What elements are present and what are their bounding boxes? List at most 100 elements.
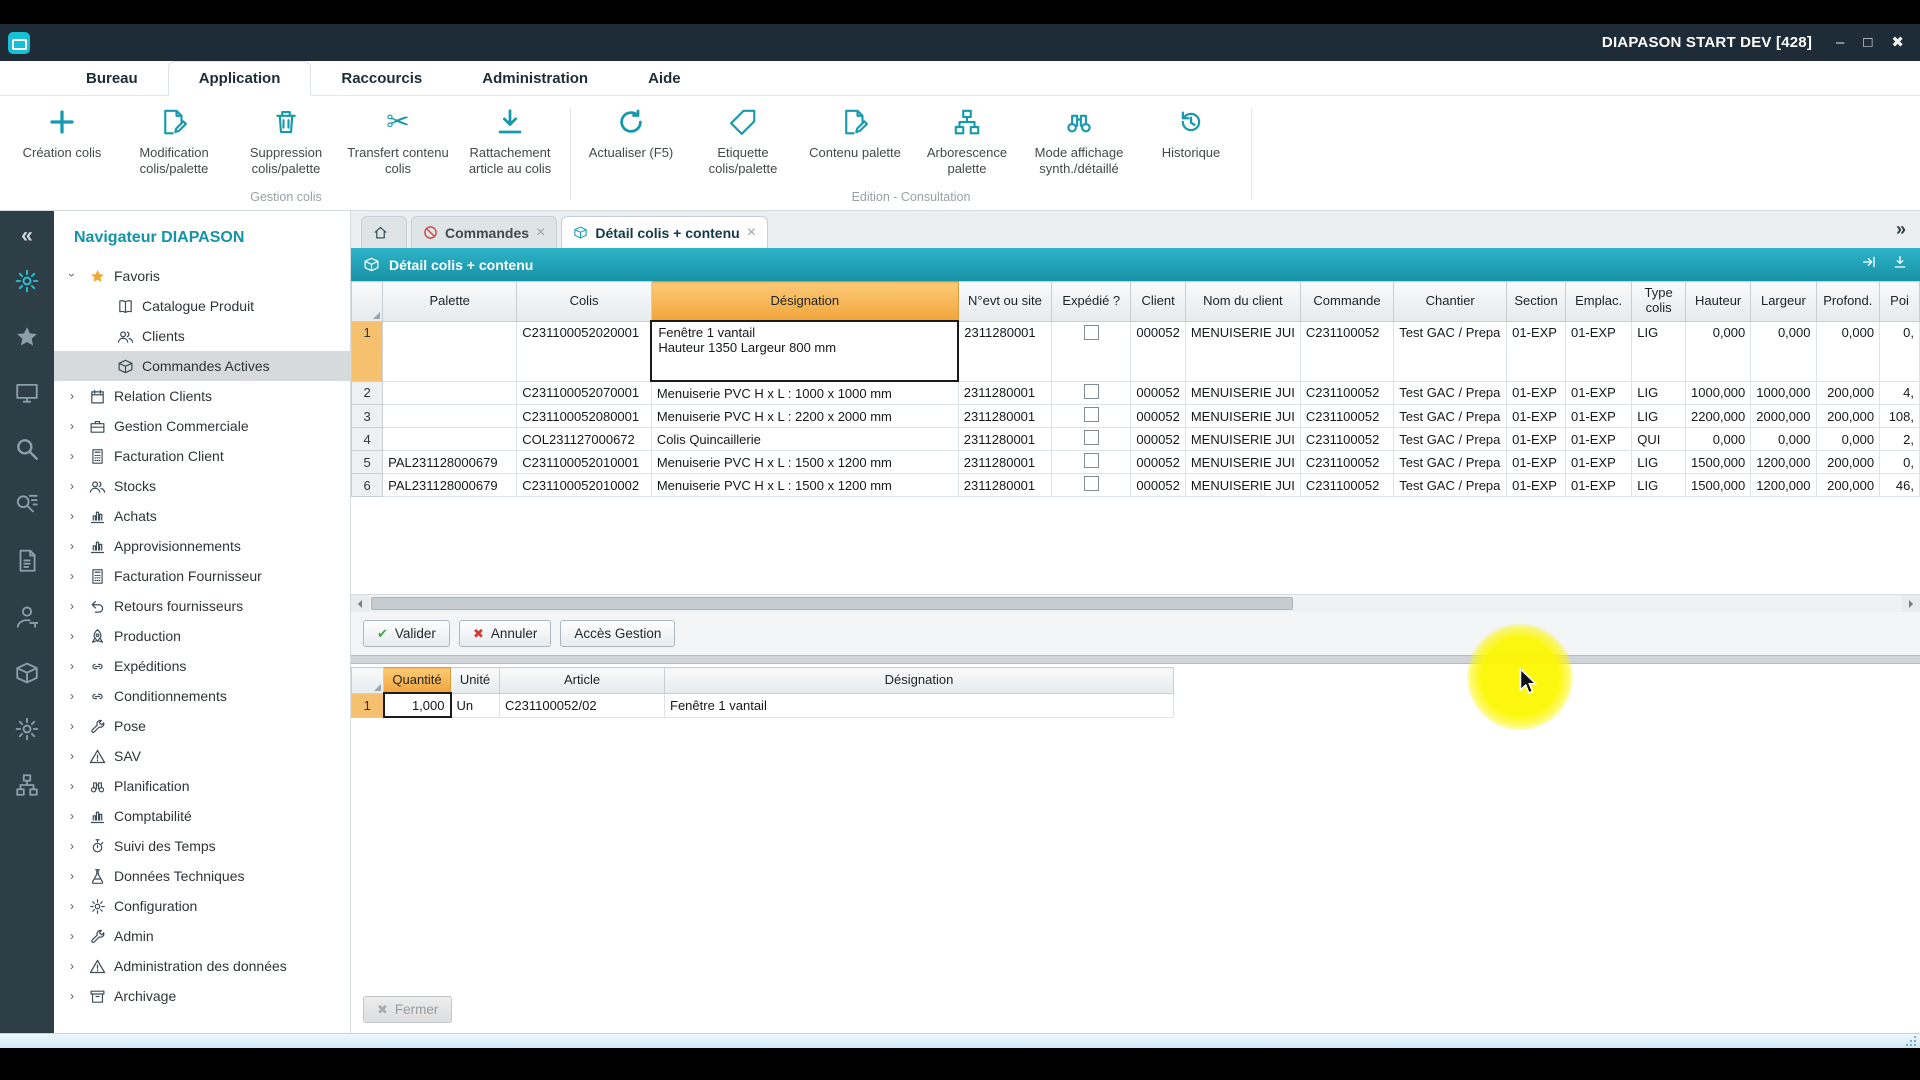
row-number[interactable]: 1 (352, 693, 384, 717)
client-cell[interactable]: 000052 (1131, 428, 1185, 451)
client-cell[interactable]: 000052 (1131, 474, 1185, 497)
row-number[interactable]: 2 (352, 381, 383, 405)
horizontal-scrollbar[interactable] (351, 594, 1920, 612)
grid-column-header[interactable]: Largeur (1751, 282, 1816, 322)
unite-cell[interactable]: Un (451, 693, 500, 717)
tree-item[interactable]: Facturation Client (54, 441, 350, 471)
grid-column-header[interactable]: Commande (1300, 282, 1393, 322)
type-colis-cell[interactable]: LIG (1632, 321, 1686, 381)
fermer-button[interactable]: ✖ Fermer (363, 996, 452, 1023)
grid-row[interactable]: 3 C231100052080001 Menuiserie PVC H x L … (352, 405, 1920, 428)
designation-cell[interactable]: Menuiserie PVC H x L : 1000 x 1000 mm (651, 381, 958, 405)
type-colis-cell[interactable]: LIG (1632, 381, 1686, 405)
hauteur-cell[interactable]: 0,000 (1686, 321, 1751, 381)
grid-row[interactable]: 2 C231100052070001 Menuiserie PVC H x L … (352, 381, 1920, 405)
splitter[interactable] (351, 655, 1920, 664)
largeur-cell[interactable]: 1200,000 (1751, 474, 1816, 497)
colis-cell[interactable]: C231100052070001 (517, 381, 652, 405)
expedie-checkbox[interactable] (1084, 476, 1099, 491)
nom-client-cell[interactable]: MENUISERIE JUI (1185, 321, 1300, 381)
annuler-button[interactable]: ✖ Annuler (459, 620, 551, 647)
commande-cell[interactable]: C231100052 (1300, 474, 1393, 497)
section-cell[interactable]: 01-EXP (1507, 321, 1566, 381)
tree-item[interactable]: Approvisionnements (54, 531, 350, 561)
scroll-right-button[interactable] (1902, 595, 1920, 612)
close-icon[interactable]: × (747, 225, 756, 241)
grid-column-header[interactable]: Type colis (1632, 282, 1686, 322)
grid-column-header[interactable]: Palette (383, 282, 517, 322)
expedie-checkbox[interactable] (1084, 384, 1099, 399)
sidebar-module-button[interactable] (0, 367, 54, 423)
sidebar-module-button[interactable] (0, 255, 54, 311)
emplac-cell[interactable]: 01-EXP (1565, 405, 1631, 428)
close-button[interactable]: ✖ (1891, 35, 1904, 50)
nevt-cell[interactable]: 2311280001 (958, 474, 1051, 497)
tree-item[interactable]: Données Techniques (54, 861, 350, 891)
row-number[interactable]: 1 (352, 321, 383, 381)
grid-column-header[interactable]: Section (1507, 282, 1566, 322)
grid-row[interactable]: 5 PAL231128000679 C231100052010001 Menui… (352, 451, 1920, 474)
nevt-cell[interactable]: 2311280001 (958, 428, 1051, 451)
tree-item[interactable]: Achats (54, 501, 350, 531)
profond-cell[interactable]: 0,000 (1816, 428, 1880, 451)
tree-item[interactable]: Production (54, 621, 350, 651)
sidebar-module-button[interactable] (0, 591, 54, 647)
expedie-cell[interactable] (1052, 405, 1131, 428)
colis-cell[interactable]: C231100052020001 (517, 321, 652, 381)
nevt-cell[interactable]: 2311280001 (958, 321, 1051, 381)
tree-item[interactable]: SAV (54, 741, 350, 771)
hauteur-cell[interactable]: 2200,000 (1686, 405, 1751, 428)
commande-cell[interactable]: C231100052 (1300, 428, 1393, 451)
quantite-cell[interactable]: 1,000 (384, 693, 451, 717)
colis-cell[interactable]: C231100052010002 (517, 474, 652, 497)
tree-item[interactable]: Favoris (54, 261, 350, 291)
nom-client-cell[interactable]: MENUISERIE JUI (1185, 451, 1300, 474)
poids-cell[interactable]: 0, (1880, 321, 1920, 381)
hauteur-cell[interactable]: 1500,000 (1686, 451, 1751, 474)
poids-cell[interactable]: 46, (1880, 474, 1920, 497)
palette-cell[interactable] (383, 381, 517, 405)
grid-column-header[interactable]: Nom du client (1185, 282, 1300, 322)
expedie-checkbox[interactable] (1084, 453, 1099, 468)
designation-cell[interactable]: Fenêtre 1 vantail (665, 693, 1174, 717)
grid-corner[interactable] (352, 282, 383, 322)
tree-item[interactable]: Retours fournisseurs (54, 591, 350, 621)
colis-cell[interactable]: COL231127000672 (517, 428, 652, 451)
panel-tool-button[interactable] (1892, 254, 1908, 275)
type-colis-cell[interactable]: QUI (1632, 428, 1686, 451)
menu-tab[interactable]: Application (168, 61, 312, 96)
palette-cell[interactable] (383, 321, 517, 381)
tree-item[interactable]: Stocks (54, 471, 350, 501)
profond-cell[interactable]: 200,000 (1816, 405, 1880, 428)
hauteur-cell[interactable]: 1500,000 (1686, 474, 1751, 497)
tree-item[interactable]: Archivage (54, 981, 350, 1011)
emplac-cell[interactable]: 01-EXP (1565, 451, 1631, 474)
ribbon-button[interactable]: Rattachement article au colis (454, 98, 566, 179)
designation-cell[interactable]: Colis Quincaillerie (651, 428, 958, 451)
expedie-cell[interactable] (1052, 321, 1131, 381)
ribbon-button[interactable]: Actualiser (F5) (575, 98, 687, 163)
section-cell[interactable]: 01-EXP (1507, 451, 1566, 474)
profond-cell[interactable]: 200,000 (1816, 451, 1880, 474)
tree-item[interactable]: Configuration (54, 891, 350, 921)
profond-cell[interactable]: 0,000 (1816, 321, 1880, 381)
tree-item[interactable]: Commandes Actives (54, 351, 350, 381)
document-tab[interactable] (361, 216, 407, 248)
expedie-checkbox[interactable] (1084, 430, 1099, 445)
sidebar-module-button[interactable] (0, 311, 54, 367)
close-icon[interactable]: × (536, 225, 545, 241)
tree-item[interactable]: Conditionnements (54, 681, 350, 711)
largeur-cell[interactable]: 2000,000 (1751, 405, 1816, 428)
largeur-cell[interactable]: 1200,000 (1751, 451, 1816, 474)
sidebar-module-button[interactable] (0, 535, 54, 591)
grid-column-header[interactable]: Chantier (1394, 282, 1507, 322)
grid-row[interactable]: 4 COL231127000672 Colis Quincaillerie 23… (352, 428, 1920, 451)
tree-item[interactable]: Administration des données (54, 951, 350, 981)
grid-column-header[interactable]: Article (500, 668, 665, 694)
minimize-button[interactable]: – (1836, 35, 1844, 50)
nom-client-cell[interactable]: MENUISERIE JUI (1185, 428, 1300, 451)
chantier-cell[interactable]: Test GAC / Prepa (1394, 451, 1507, 474)
type-colis-cell[interactable]: LIG (1632, 451, 1686, 474)
grid-column-header[interactable]: Poi (1880, 282, 1920, 322)
emplac-cell[interactable]: 01-EXP (1565, 474, 1631, 497)
